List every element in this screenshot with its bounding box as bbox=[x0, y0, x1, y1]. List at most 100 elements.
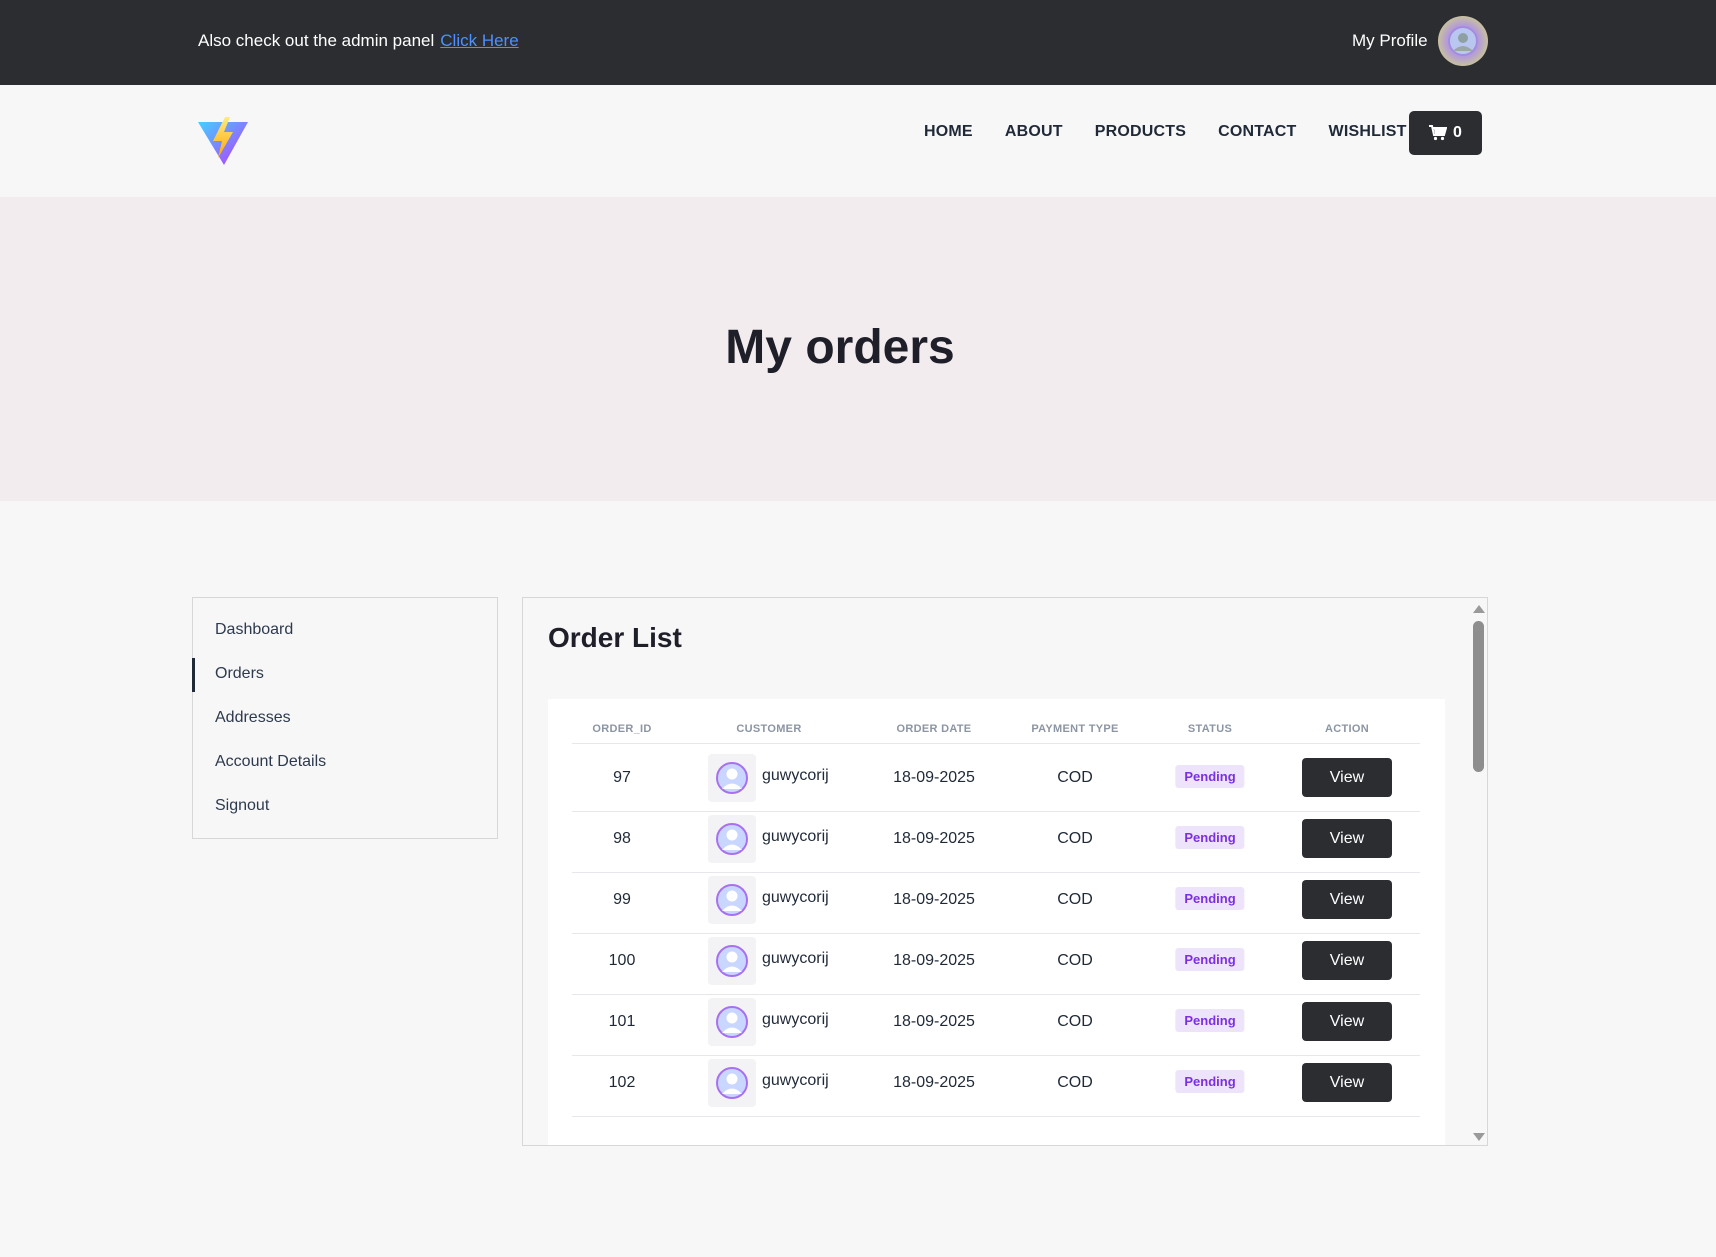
customer-avatar bbox=[708, 937, 756, 985]
table-header: ORDER_ID CUSTOMER ORDER DATE PAYMENT TYP… bbox=[572, 719, 1420, 744]
payment-type: COD bbox=[1057, 891, 1093, 908]
cart-icon bbox=[1429, 125, 1448, 141]
sidebar-item-addresses[interactable]: Addresses bbox=[215, 709, 291, 727]
order-id: 97 bbox=[613, 769, 631, 786]
nav-about[interactable]: ABOUT bbox=[1005, 123, 1063, 141]
nav-contact[interactable]: CONTACT bbox=[1218, 123, 1296, 141]
status-badge: Pending bbox=[1175, 887, 1245, 910]
customer-avatar bbox=[708, 876, 756, 924]
vite-logo-icon bbox=[198, 117, 248, 165]
status-badge: Pending bbox=[1175, 765, 1245, 788]
orders-table: ORDER_ID CUSTOMER ORDER DATE PAYMENT TYP… bbox=[548, 699, 1445, 1145]
admin-notice: Also check out the admin panel Click Here bbox=[198, 31, 519, 51]
col-status: STATUS bbox=[1187, 723, 1233, 735]
payment-type: COD bbox=[1057, 769, 1093, 786]
order-date: 18-09-2025 bbox=[893, 769, 975, 786]
order-id: 100 bbox=[608, 952, 636, 969]
order-id: 101 bbox=[608, 1013, 636, 1030]
page-title: My orders bbox=[725, 321, 955, 374]
col-order-date: ORDER DATE bbox=[896, 723, 972, 735]
order-date: 18-09-2025 bbox=[893, 952, 975, 969]
top-announcement-bar: Also check out the admin panel Click Here… bbox=[0, 0, 1716, 85]
payment-type: COD bbox=[1057, 952, 1093, 969]
table-row: 100 guwycorij 18-09-2025 COD Pending View bbox=[572, 928, 1420, 995]
order-date: 18-09-2025 bbox=[893, 1074, 975, 1091]
view-order-button[interactable]: View bbox=[1302, 941, 1392, 980]
scroll-down-arrow[interactable] bbox=[1473, 1133, 1485, 1141]
table-row: 99 guwycorij 18-09-2025 COD Pending View bbox=[572, 867, 1420, 934]
view-order-button[interactable]: View bbox=[1302, 819, 1392, 858]
col-action: ACTION bbox=[1325, 723, 1369, 735]
status-badge: Pending bbox=[1175, 1070, 1245, 1093]
sidebar-item-dashboard[interactable]: Dashboard bbox=[215, 621, 293, 639]
table-row: 98 guwycorij 18-09-2025 COD Pending View bbox=[572, 806, 1420, 873]
view-order-button[interactable]: View bbox=[1302, 758, 1392, 797]
user-avatar-icon bbox=[1447, 26, 1478, 56]
customer-cell: guwycorij bbox=[708, 876, 829, 924]
nav-links: HOME ABOUT PRODUCTS CONTACT WISHLIST bbox=[924, 123, 1439, 141]
payment-type: COD bbox=[1057, 1013, 1093, 1030]
customer-name: guwycorij bbox=[762, 828, 829, 845]
customer-avatar bbox=[708, 1059, 756, 1107]
customer-name: guwycorij bbox=[762, 1011, 829, 1028]
my-profile[interactable]: My Profile bbox=[1352, 16, 1488, 66]
order-date: 18-09-2025 bbox=[893, 830, 975, 847]
account-sidebar: Dashboard Orders Addresses Account Detai… bbox=[192, 597, 498, 839]
view-order-button[interactable]: View bbox=[1302, 880, 1392, 919]
customer-avatar bbox=[708, 754, 756, 802]
col-payment-type: PAYMENT TYPE bbox=[1031, 723, 1119, 735]
customer-cell: guwycorij bbox=[708, 815, 829, 863]
user-avatar-icon bbox=[716, 945, 748, 977]
order-date: 18-09-2025 bbox=[893, 891, 975, 908]
profile-avatar[interactable] bbox=[1437, 16, 1488, 66]
customer-cell: guwycorij bbox=[708, 1059, 829, 1107]
scroll-up-arrow[interactable] bbox=[1473, 605, 1485, 613]
panel-scrollbar[interactable] bbox=[1469, 598, 1487, 1145]
customer-cell: guwycorij bbox=[708, 937, 829, 985]
orders-panel: Order List ORDER_ID CUSTOMER ORDER DATE … bbox=[522, 597, 1488, 1146]
table-row: 101 guwycorij 18-09-2025 COD Pending View bbox=[572, 989, 1420, 1056]
scroll-thumb[interactable] bbox=[1473, 621, 1484, 772]
admin-notice-text: Also check out the admin panel bbox=[198, 31, 435, 50]
customer-name: guwycorij bbox=[762, 950, 829, 967]
sidebar-item-account-details[interactable]: Account Details bbox=[215, 753, 326, 771]
order-id: 98 bbox=[613, 830, 631, 847]
sidebar-item-signout[interactable]: Signout bbox=[215, 797, 269, 815]
order-id: 99 bbox=[613, 891, 631, 908]
user-avatar-icon bbox=[716, 884, 748, 916]
status-badge: Pending bbox=[1175, 826, 1245, 849]
customer-avatar bbox=[708, 815, 756, 863]
customer-avatar bbox=[708, 998, 756, 1046]
nav-products[interactable]: PRODUCTS bbox=[1095, 123, 1186, 141]
user-avatar-icon bbox=[716, 1067, 748, 1099]
order-id: 102 bbox=[608, 1074, 636, 1091]
nav-wishlist[interactable]: WISHLIST bbox=[1329, 123, 1407, 141]
admin-panel-link[interactable]: Click Here bbox=[440, 31, 518, 50]
my-profile-label[interactable]: My Profile bbox=[1352, 31, 1428, 51]
status-badge: Pending bbox=[1175, 1009, 1245, 1032]
view-order-button[interactable]: View bbox=[1302, 1063, 1392, 1102]
active-indicator bbox=[192, 658, 195, 692]
customer-name: guwycorij bbox=[762, 889, 829, 906]
user-avatar-icon bbox=[716, 823, 748, 855]
nav-home[interactable]: HOME bbox=[924, 123, 973, 141]
payment-type: COD bbox=[1057, 1074, 1093, 1091]
customer-cell: guwycorij bbox=[708, 754, 829, 802]
order-list-title: Order List bbox=[548, 622, 682, 653]
sidebar-item-orders[interactable]: Orders bbox=[215, 665, 264, 683]
view-order-button[interactable]: View bbox=[1302, 1002, 1392, 1041]
table-row: 97 guwycorij 18-09-2025 COD Pending View bbox=[572, 745, 1420, 812]
customer-name: guwycorij bbox=[762, 767, 829, 784]
payment-type: COD bbox=[1057, 830, 1093, 847]
site-logo[interactable] bbox=[197, 116, 249, 171]
col-order-id: ORDER_ID bbox=[592, 723, 652, 735]
table-row: 102 guwycorij 18-09-2025 COD Pending View bbox=[572, 1050, 1420, 1117]
user-avatar-icon bbox=[716, 762, 748, 794]
status-badge: Pending bbox=[1175, 948, 1245, 971]
order-date: 18-09-2025 bbox=[893, 1013, 975, 1030]
cart-button[interactable]: 0 bbox=[1409, 111, 1482, 155]
customer-name: guwycorij bbox=[762, 1072, 829, 1089]
user-avatar-icon bbox=[716, 1006, 748, 1038]
customer-cell: guwycorij bbox=[708, 998, 829, 1046]
col-customer: CUSTOMER bbox=[736, 723, 802, 735]
